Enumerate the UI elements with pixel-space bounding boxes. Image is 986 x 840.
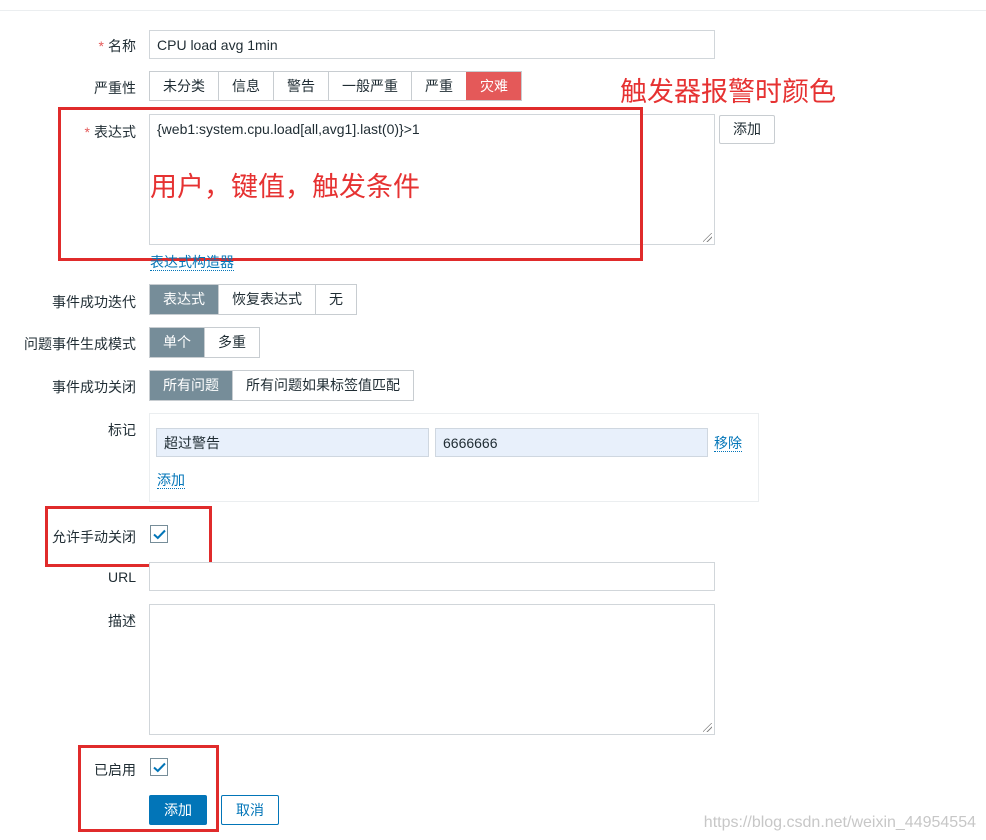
problem-event-mode-selector: 单个 多重 <box>149 327 260 358</box>
closes-if-tag-match[interactable]: 所有问题如果标签值匹配 <box>232 371 413 400</box>
cancel-button[interactable]: 取消 <box>221 795 279 825</box>
ok-event-recovery-expression[interactable]: 恢复表达式 <box>218 285 315 314</box>
tags-table <box>149 413 759 502</box>
severity-average[interactable]: 一般严重 <box>328 72 411 100</box>
resize-handle-icon[interactable] <box>703 233 712 242</box>
ok-event-closes-selector: 所有问题 所有问题如果标签值匹配 <box>149 370 414 401</box>
problem-mode-multiple[interactable]: 多重 <box>204 328 259 357</box>
problem-mode-single[interactable]: 单个 <box>150 328 204 357</box>
name-label: * 名称 <box>98 38 136 54</box>
tag-name-input[interactable]: 超过警告 <box>156 428 429 457</box>
description-label: 描述 <box>108 613 136 629</box>
ok-event-closes-label: 事件成功关闭 <box>52 379 136 395</box>
url-label: URL <box>107 569 136 585</box>
description-textarea[interactable] <box>149 604 715 735</box>
severity-information[interactable]: 信息 <box>218 72 273 100</box>
problem-event-mode-label: 问题事件生成模式 <box>24 336 136 352</box>
severity-label: 严重性 <box>94 80 136 96</box>
manual-close-highlight-box <box>45 506 212 567</box>
expression-add-button[interactable]: 添加 <box>719 115 775 144</box>
expression-highlight-box <box>58 107 643 261</box>
severity-disaster[interactable]: 灾难 <box>466 72 521 100</box>
ok-event-generation-selector: 表达式 恢复表达式 无 <box>149 284 357 315</box>
resize-handle-icon[interactable] <box>703 723 712 732</box>
severity-annotation: 触发器报警时颜色 <box>620 77 836 107</box>
severity-not-classified[interactable]: 未分类 <box>150 72 218 100</box>
severity-high[interactable]: 严重 <box>411 72 466 100</box>
url-input[interactable] <box>149 562 715 591</box>
enabled-highlight-box <box>78 745 219 832</box>
severity-warning[interactable]: 警告 <box>273 72 328 100</box>
tag-remove-link[interactable]: 移除 <box>714 435 742 452</box>
watermark: https://blog.csdn.net/weixin_44954554 <box>703 814 976 831</box>
ok-event-none[interactable]: 无 <box>315 285 356 314</box>
tag-value-input[interactable]: 6666666 <box>435 428 708 457</box>
ok-event-generation-label: 事件成功迭代 <box>52 294 136 310</box>
severity-selector: 未分类 信息 警告 一般严重 严重 灾难 <box>149 71 522 101</box>
top-divider <box>0 10 986 11</box>
expression-constructor-link[interactable]: 表达式构造器 <box>150 254 234 271</box>
closes-all-problems[interactable]: 所有问题 <box>150 371 232 400</box>
tag-add-link[interactable]: 添加 <box>157 472 185 489</box>
name-input[interactable]: CPU load avg 1min <box>149 30 715 59</box>
ok-event-expression[interactable]: 表达式 <box>150 285 218 314</box>
required-asterisk: * <box>98 38 104 54</box>
tags-label: 标记 <box>108 422 136 438</box>
